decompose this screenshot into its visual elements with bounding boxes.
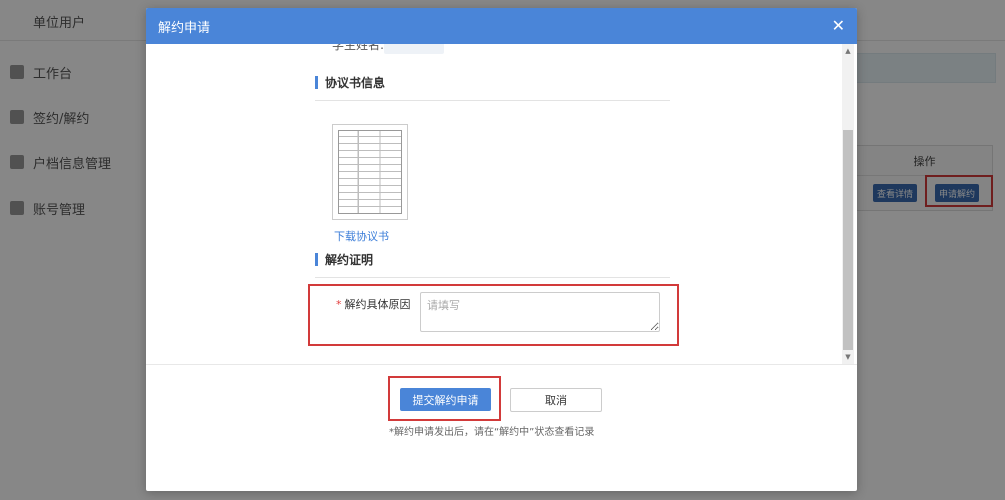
section-divider — [315, 100, 670, 101]
scroll-up-icon[interactable]: ▲ — [842, 46, 854, 56]
download-agreement-link[interactable]: 下载协议书 — [334, 228, 389, 244]
dialog-header: 解约申请 ✕ — [146, 8, 857, 44]
close-icon[interactable]: ✕ — [832, 16, 845, 36]
section-accent — [315, 75, 318, 89]
section-divider — [315, 277, 670, 278]
footer-divider — [146, 364, 857, 365]
dialog-title: 解约申请 — [158, 20, 211, 36]
section-accent — [315, 252, 318, 266]
submit-cancel-application-button[interactable]: 提交解约申请 — [400, 388, 491, 411]
cancel-button[interactable]: 取消 — [510, 388, 602, 412]
highlight-box: 提交解约申请 — [388, 376, 501, 421]
cancel-application-dialog: 解约申请 ✕ 学生姓名: 协议书信息 下载协议书 解约证明 * 解约具体原因 请… — [146, 8, 857, 491]
section-title-text: 协议书信息 — [325, 75, 386, 90]
agreement-section: 协议书信息 — [315, 74, 670, 101]
footer-note: *解约申请发出后，请在“解约中”状态查看记录 — [389, 427, 595, 438]
reason-form-row: * 解约具体原因 — [308, 284, 679, 346]
dialog-scrollbar[interactable]: ▲ ▼ — [842, 44, 854, 364]
student-name-value — [384, 44, 444, 54]
student-name-label: 学生姓名: — [332, 44, 385, 52]
reason-label-text: 解约具体原因 — [344, 298, 411, 311]
proof-section-title: 解约证明 — [315, 251, 670, 267]
required-mark: * — [336, 298, 342, 311]
document-preview — [338, 130, 402, 214]
section-title-text: 解约证明 — [325, 252, 374, 267]
reason-label: * 解约具体原因 — [336, 296, 411, 312]
agreement-section-title: 协议书信息 — [315, 74, 670, 90]
reason-textarea[interactable] — [420, 292, 660, 332]
dialog-body: 学生姓名: 协议书信息 下载协议书 解约证明 * 解约具体原因 — [146, 44, 857, 364]
proof-section: 解约证明 — [315, 251, 670, 278]
scroll-down-icon[interactable]: ▼ — [842, 352, 854, 362]
agreement-thumbnail[interactable] — [332, 124, 408, 220]
scroll-thumb[interactable] — [843, 130, 853, 350]
